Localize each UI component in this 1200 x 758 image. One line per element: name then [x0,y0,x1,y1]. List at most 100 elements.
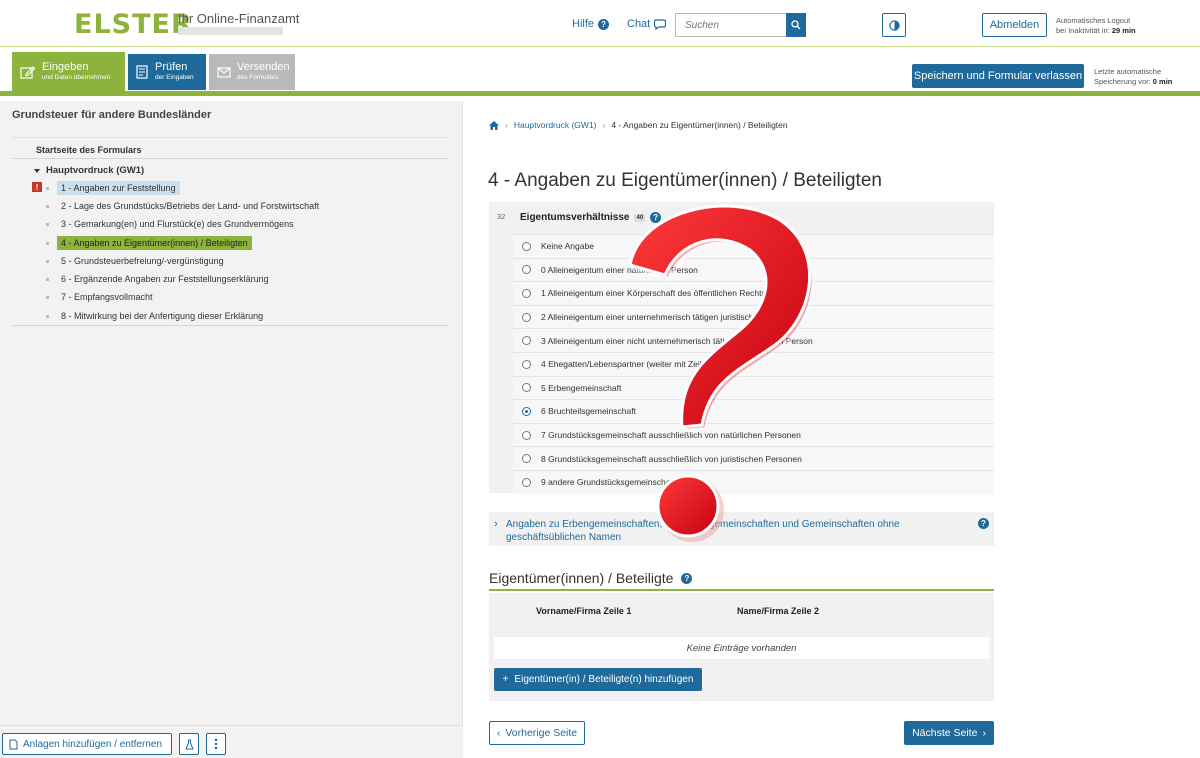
help-link[interactable]: Hilfe ? [572,18,610,30]
help-icon[interactable]: ? [978,518,989,529]
chat-link[interactable]: Chat [627,18,667,30]
caret-down-icon [34,168,40,173]
ownership-option[interactable]: 1 Alleineigentum einer Körperschaft des … [513,281,994,305]
print-button[interactable] [179,733,199,755]
bullet-icon [46,241,49,245]
page-title: 4 - Angaben zu Eigentümer(innen) / Betei… [488,170,882,191]
ownership-option[interactable]: 3 Alleineigentum einer nicht unternehmer… [513,328,994,352]
radio-button[interactable] [522,359,531,369]
previous-page-button[interactable]: ‹ Vorherige Seite [489,721,585,745]
help-icon: ? [598,18,610,30]
radio-button[interactable] [522,477,531,487]
ownership-option[interactable]: 8 Grundstücksgemeinschaft ausschließlich… [513,446,994,470]
radio-button[interactable] [522,265,531,275]
chat-bubble-icon [654,18,667,30]
sidebar-item-8[interactable]: 8 - Mitwirkung bei der Anfertigung diese… [46,308,267,324]
field-code-badge: 40 [634,213,646,222]
ownership-option[interactable]: 9 andere Grundstücksgemeinschaften [513,469,994,494]
help-icon[interactable]: ? [650,212,662,223]
breadcrumb-link-gw1[interactable]: Hauptvordruck (GW1) [514,120,597,130]
sidebar-item-label: 6 - Ergänzende Angaben zur Feststellungs… [61,274,269,284]
bullet-icon [46,186,49,190]
ownership-option[interactable]: 0 Alleineigentum einer natürlichen Perso… [513,257,994,282]
sidebar-item-2[interactable]: 2 - Lage des Grundstücks/Betriebs der La… [46,198,323,214]
logout-button[interactable]: Abmelden [982,13,1047,37]
sidebar-item-label: 2 - Lage des Grundstücks/Betriebs der La… [61,201,320,211]
ownership-option-label: 4 Ehegatten/Lebenspartner (weiter mit Ze… [541,359,722,370]
radio-button[interactable] [522,406,531,416]
sidebar-item-3[interactable]: 3 - Gemarkung(en) und Flurstück(e) des G… [46,216,298,232]
ownership-option-label: 8 Grundstücksgemeinschaft ausschließlich… [541,453,802,464]
contrast-icon [888,19,900,31]
ownership-option[interactable]: 2 Alleineigentum einer unternehmerisch t… [513,304,994,329]
next-page-button[interactable]: Nächste Seite › [904,721,994,745]
contrast-toggle-button[interactable] [882,13,906,37]
step-pruefen-label: Prüfen [155,61,188,73]
breadcrumb-current: 4 - Angaben zu Eigentümer(innen) / Betei… [611,120,788,130]
ownership-option[interactable]: 6 Bruchteilsgemeinschaft [513,399,994,423]
accordion-label: Angaben zu Erbengemeinschaften, Bruchtei… [506,519,900,543]
radio-button[interactable] [522,430,531,440]
sidebar-item-4[interactable]: 4 - Angaben zu Eigentümer(innen) / Betei… [46,235,252,251]
save-and-leave-button[interactable]: Speichern und Formular verlassen [912,64,1084,88]
last-save-line1: Letzte automatische [1094,67,1162,76]
radio-button[interactable] [522,383,531,393]
last-save-time: 0 min [1152,77,1173,86]
bullet-icon [46,314,49,318]
sidebar-group-gw1[interactable]: Hauptvordruck (GW1) [34,165,144,176]
radio-button[interactable] [522,241,531,251]
sidebar-item-6[interactable]: 6 - Ergänzende Angaben zur Feststellungs… [46,271,273,287]
envelope-icon [217,67,231,78]
auto-logout-line1: Automatisches Logout [1056,16,1131,25]
more-options-button[interactable] [206,733,226,755]
line-number: 32 [497,212,506,221]
step-pruefen[interactable]: Prüfen der Eingaben [128,54,206,90]
sidebar-start-link[interactable]: Startseite des Formulars [12,137,448,159]
chevron-right-icon: › [505,120,508,130]
sidebar-item-1[interactable]: 1 - Angaben zur Feststellung [46,180,180,196]
ownership-option-label: 0 Alleineigentum einer natürlichen Perso… [541,264,698,275]
ownership-option-label: 2 Alleineigentum einer unternehmerisch t… [541,312,793,323]
step-bar: Eingeben und Daten übernehmen Prüfen der… [0,48,1200,96]
radio-button[interactable] [522,312,531,322]
form-navigation-sidebar: Grundsteuer für andere Bundesländer Star… [0,101,463,758]
bullet-icon [46,204,49,208]
ownership-option[interactable]: 7 Grundstücksgemeinschaft ausschließlich… [513,422,994,447]
step-versenden: Versenden des Formulars [209,54,295,90]
ownership-option[interactable]: 4 Ehegatten/Lebenspartner (weiter mit Ze… [513,351,994,376]
radio-button[interactable] [522,288,531,298]
auto-logout-time: 29 min [1111,26,1136,35]
ownership-option-label: 5 Erbengemeinschaft [541,382,622,393]
chat-label: Chat [627,18,651,30]
elster-logo[interactable]: ELSTER [74,9,193,40]
radio-button[interactable] [522,454,531,464]
help-icon[interactable]: ? [681,572,693,584]
step-pruefen-sub: der Eingaben [155,74,194,81]
step-eingeben[interactable]: Eingeben und Daten übernehmen [12,52,125,92]
sidebar-footer: Anlagen hinzufügen / entfernen [0,725,463,758]
logo-subtitle: Ihr Online-Finanzamt [178,11,300,26]
attachments-button[interactable]: Anlagen hinzufügen / entfernen [2,733,172,755]
ownership-option[interactable]: 5 Erbengemeinschaft [513,375,994,400]
error-icon: ! [32,182,42,192]
owners-table: Vorname/Firma Zeile 1 Name/Firma Zeile 2… [489,593,994,701]
sidebar-divider [12,325,448,326]
sidebar-item-5[interactable]: 5 - Grundsteuerbefreiung/-vergünstigung [46,253,228,269]
accordion-community-details[interactable]: › Angaben zu Erbengemeinschaften, Brucht… [489,512,994,546]
step-versenden-label: Versenden [237,61,290,73]
user-name-placeholder [178,27,283,35]
auto-logout-info: Automatisches Logout bei Inaktivität in:… [1056,16,1136,36]
search-icon [791,20,801,30]
ownership-option[interactable]: Keine Angabe [513,234,994,258]
sidebar-item-label: 5 - Grundsteuerbefreiung/-vergünstigung [61,256,224,266]
home-icon[interactable] [489,120,499,130]
auto-logout-line2: bei Inaktivität in: [1056,26,1110,35]
search-button[interactable] [786,13,806,37]
search-input[interactable] [675,13,786,37]
chevron-right-icon: › [602,120,606,130]
chevron-right-icon: › [494,518,498,530]
sidebar-item-7[interactable]: 7 - Empfangsvollmacht [46,289,157,305]
radio-button[interactable] [522,336,531,346]
add-owner-button[interactable]: + Eigentümer(in) / Beteiligte(n) hinzufü… [494,668,702,691]
document-icon [9,739,18,749]
